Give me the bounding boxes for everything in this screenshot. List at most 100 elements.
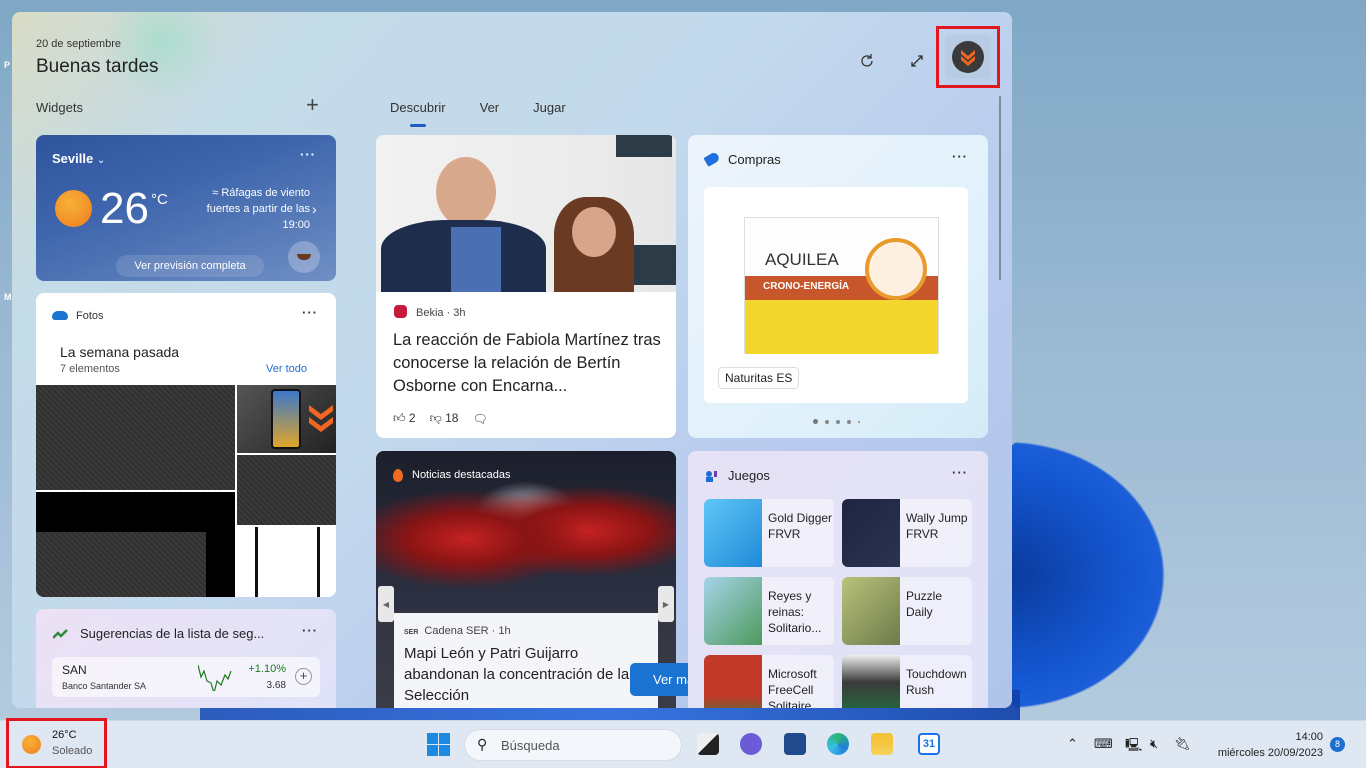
refresh-icon [861,54,873,67]
store-label: Naturitas ES [718,367,800,389]
stock-row[interactable]: SAN Banco Santander SA +1.10% 3.68 + [52,657,320,697]
chevron-right-icon[interactable]: › [312,201,317,217]
photos-label: Fotos [76,310,104,322]
clock[interactable]: 14:00 miércoles 20/09/2023 [1218,729,1323,761]
like-button[interactable]: 👍︎ 2 [393,411,416,426]
sunny-icon [55,190,92,227]
news-actions: 👍︎ 2 👎︎ 18 🗨︎ [393,411,488,426]
game-tile[interactable]: Gold Digger FRVR [704,499,834,567]
taskbar: 26°C Soleado ⚲ Búsqueda 31 ⌃ ⌨ 🖳︎ 🔇︎ 🔌︎ … [0,718,1366,768]
game-tile[interactable]: Reyes y reinas: Solitario... [704,577,834,645]
shopping-widget: Compras ··· AQUILEA CRONO-ENERGÍA Naturi… [688,135,988,438]
add-widget-button[interactable]: + [306,94,319,116]
cadena-ser-logo-icon: SER [404,629,419,636]
news-image [376,135,676,292]
game-thumbnail [842,577,900,645]
refresh-button[interactable] [852,46,882,76]
search-box[interactable]: ⚲ Búsqueda [464,729,682,761]
google-calendar-button[interactable]: 31 [918,733,940,755]
thumbs-up-icon: 👍︎ [393,411,406,425]
stock-symbol: SAN [62,663,87,677]
full-forecast-button[interactable]: Ver previsión completa [116,255,264,277]
edge-browser-button[interactable] [827,733,849,755]
photo-thumbnail[interactable] [237,527,336,597]
scrollbar[interactable] [999,96,1001,280]
more-options-button[interactable]: ··· [300,147,316,162]
page-dot[interactable] [847,419,851,424]
add-stock-button[interactable]: + [295,668,312,685]
watchlist-widget: Sugerencias de la lista de seg... ··· SA… [36,609,336,708]
tab-ver[interactable]: Ver [480,100,500,115]
more-options-button[interactable]: ··· [952,149,968,164]
dislike-button[interactable]: 👎︎ 18 [430,411,459,426]
game-tile[interactable]: Microsoft FreeCell Solitaire [704,655,834,708]
game-thumbnail [842,655,900,708]
news-headline[interactable]: Mapi León y Patri Guijarro abandonan la … [404,643,654,706]
game-tile[interactable]: Puzzle Daily [842,577,972,645]
file-explorer-button[interactable] [871,733,893,755]
expand-button[interactable] [902,46,932,76]
feed-tabs: Descubrir Ver Jugar [390,100,600,127]
product-image: AQUILEA CRONO-ENERGÍA [744,217,939,354]
desktop-icon[interactable]: P [4,60,12,70]
tab-descubrir[interactable]: Descubrir [390,100,446,127]
plus-icon: + [306,92,319,117]
photo-thumbnail[interactable] [36,492,235,597]
weather-alert[interactable]: ≈ Ráfagas de viento fuertes a partir de … [186,185,310,233]
more-options-button[interactable]: ··· [302,305,318,320]
photo-thumbnail[interactable] [237,455,336,525]
game-thumbnail [704,499,762,567]
page-dot[interactable] [813,419,818,424]
start-button[interactable] [427,733,450,756]
photos-count: 7 elementos [60,363,120,375]
keyboard-icon[interactable]: ⌨ [1094,736,1113,752]
weather-widget[interactable]: Seville ⌄ ··· 26 °C ≈ Ráfagas de viento … [36,135,336,281]
photos-widget: Fotos ··· La semana pasada 7 elementos V… [36,293,336,597]
games-title: Juegos [728,468,770,483]
task-view-button[interactable] [697,733,719,755]
volume-muted-icon[interactable]: 🔇︎ [1150,736,1158,752]
see-all-link[interactable]: Ver todo [266,363,307,375]
weather-nest-icon [288,241,320,273]
weather-city[interactable]: Seville ⌄ [52,151,105,166]
chevrons-logo-icon [961,50,975,66]
teams-chat-button[interactable] [740,733,762,755]
news-card[interactable]: Bekia · 3h La reacción de Fabiola Martín… [376,135,676,438]
game-tile[interactable]: Wally Jump FRVR [842,499,972,567]
battery-charging-icon[interactable]: 🔌︎ [1174,736,1191,752]
taskbar-temperature: 26°C [52,729,77,741]
chevron-down-icon: ⌄ [96,155,106,166]
weather-unit: °C [151,191,168,208]
game-thumbnail [704,577,762,645]
widgets-label: Widgets [36,100,83,115]
game-tile[interactable]: Touchdown Rush [842,655,972,708]
notification-badge[interactable]: 8 [1330,737,1345,752]
stock-change: +1.10% [248,663,286,675]
game-thumbnail [704,655,762,708]
carousel-next-button[interactable]: ▶ [658,586,674,622]
tab-jugar[interactable]: Jugar [533,100,566,115]
news-source: SER Cadena SER · 1h [404,625,511,637]
chevron-up-icon: ⌃ [1067,736,1078,751]
highlight-box [936,26,1000,88]
photo-thumbnail[interactable] [237,385,336,453]
network-icon[interactable]: 🖳︎ [1125,736,1142,758]
page-dot[interactable] [836,419,840,424]
more-options-button[interactable]: ··· [952,465,968,480]
desktop-icon[interactable]: M [4,292,12,302]
profile-button[interactable] [945,35,991,79]
carousel-prev-button[interactable]: ◀ [378,586,394,622]
photos-title: La semana pasada [60,344,180,360]
page-dot[interactable] [858,420,860,423]
more-options-button[interactable]: ··· [302,623,318,638]
taskbar-weather-button[interactable]: 26°C Soleado [6,718,107,768]
microsoft-store-button[interactable] [784,733,806,755]
expand-icon [911,55,923,67]
product-card[interactable]: AQUILEA CRONO-ENERGÍA Naturitas ES [704,187,968,403]
photo-thumbnail[interactable] [36,385,235,490]
page-dot[interactable] [825,419,829,424]
comment-button[interactable]: 🗨︎ [472,412,487,426]
news-headline[interactable]: La reacción de Fabiola Martínez tras con… [393,329,668,398]
widgets-panel: 20 de septiembre Buenas tardes Widgets +… [12,12,1012,708]
show-hidden-icons-button[interactable]: ⌃ [1067,736,1078,752]
